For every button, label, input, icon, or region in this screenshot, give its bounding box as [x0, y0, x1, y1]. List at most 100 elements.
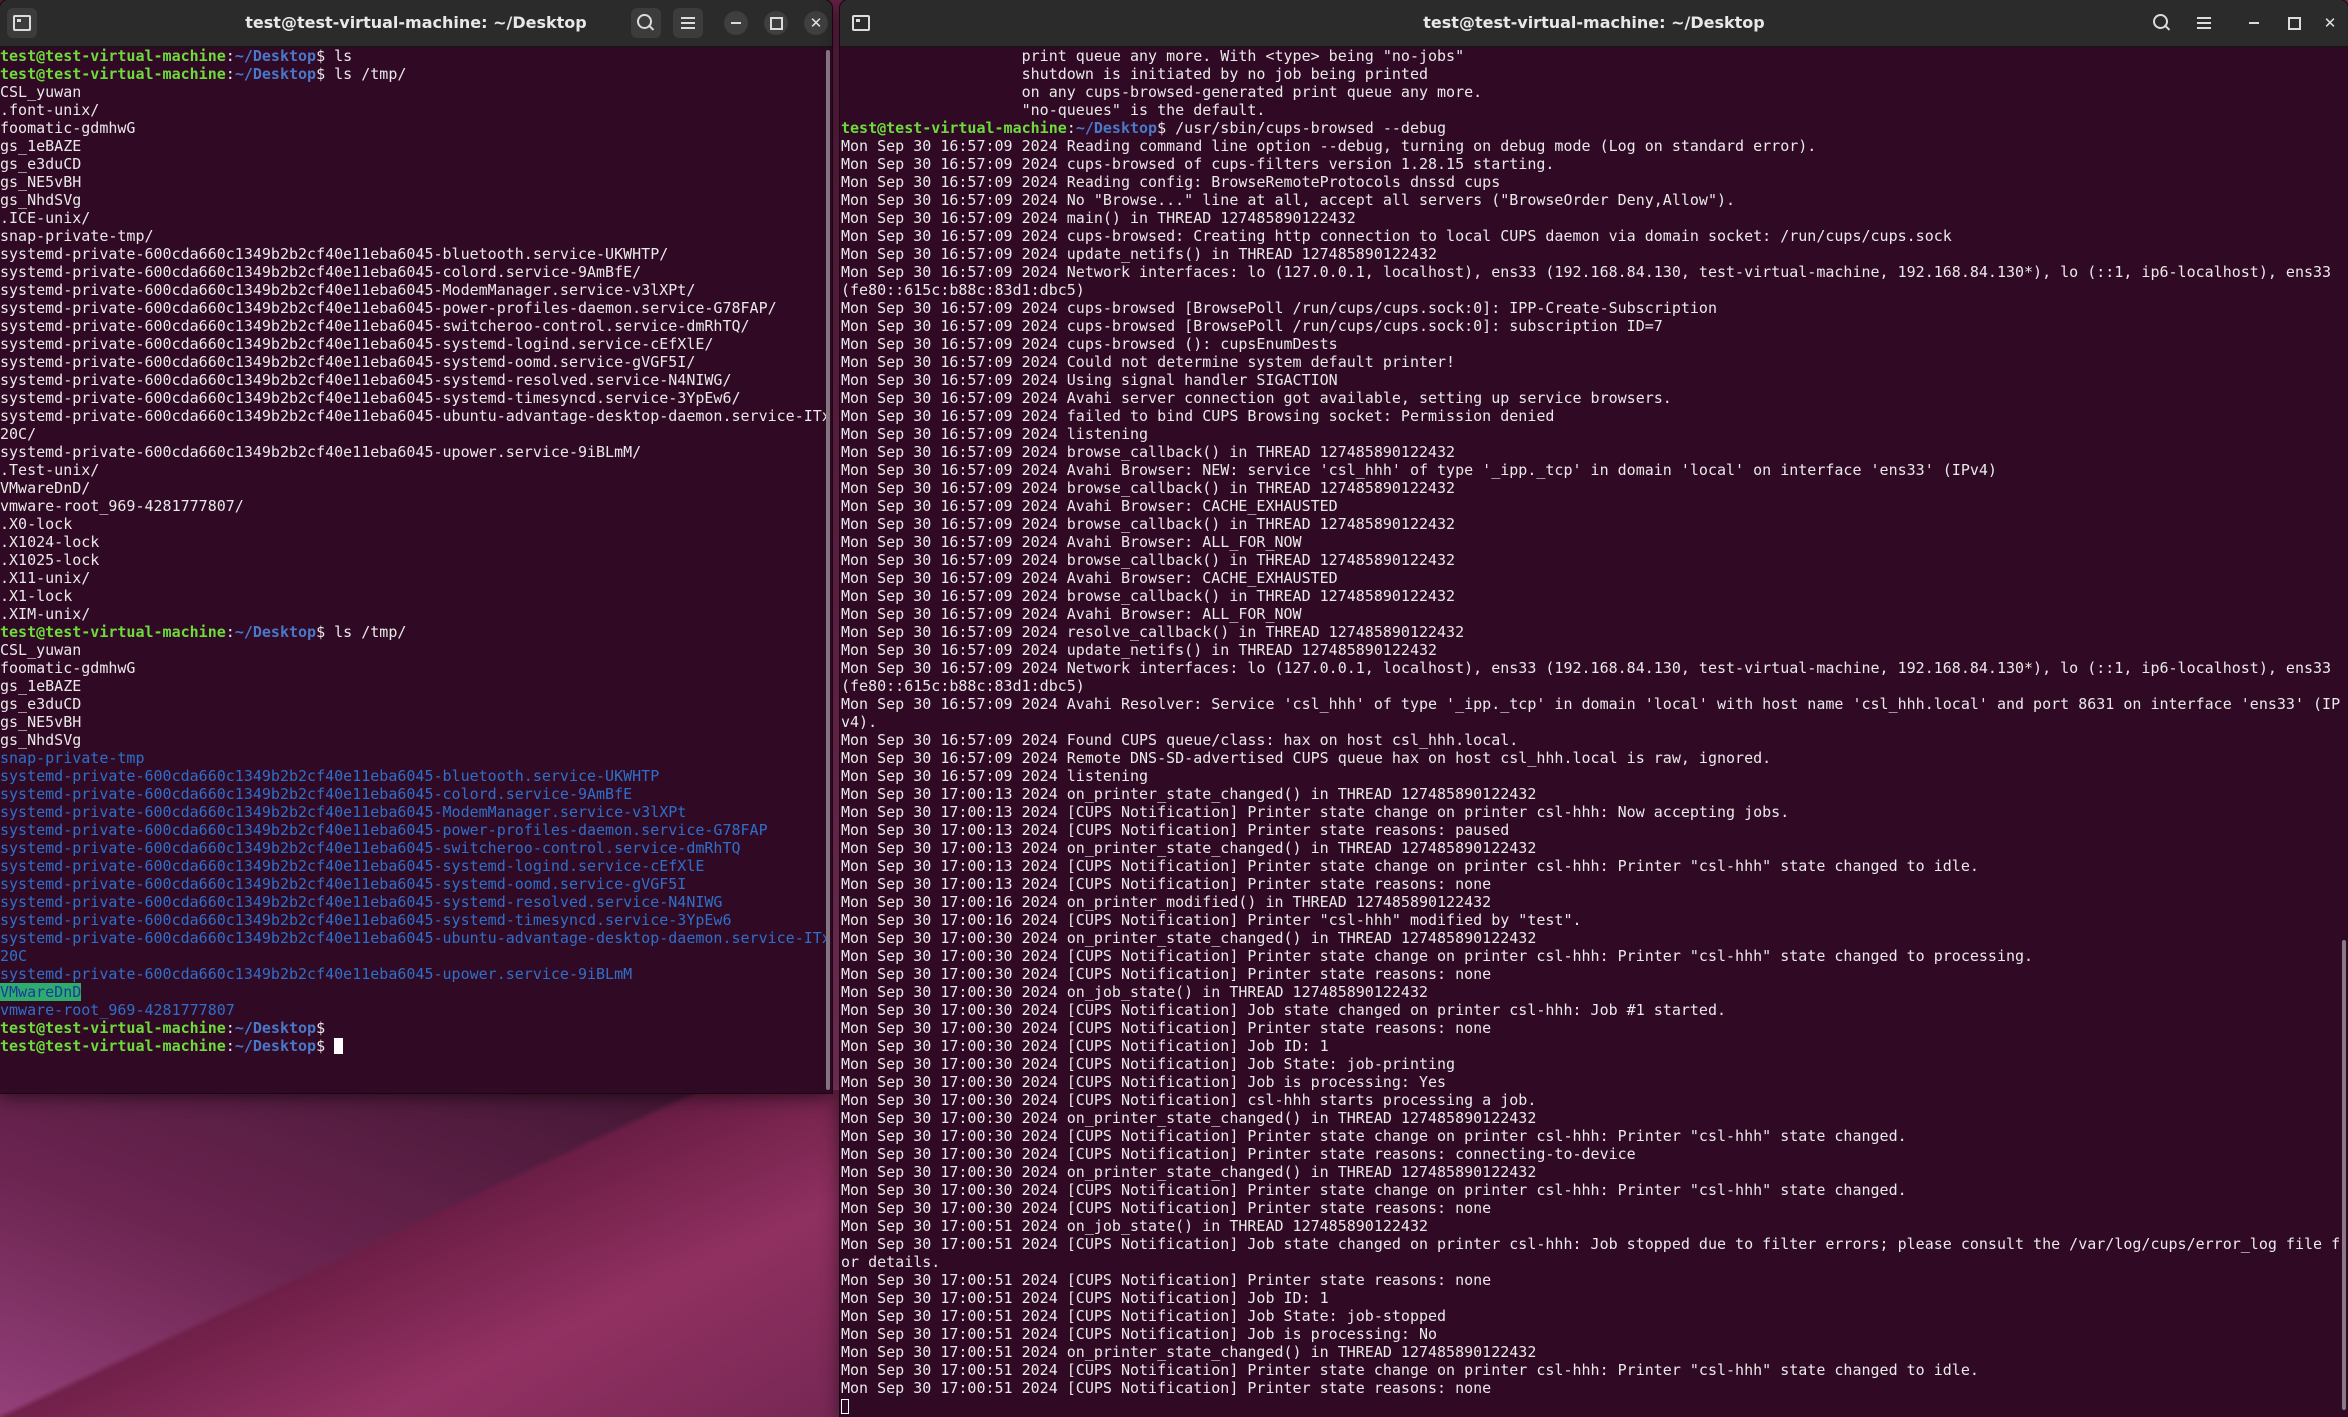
terminal-line: Mon Sep 30 16:57:09 2024 browse_callback…: [841, 479, 2348, 497]
terminal-line: Mon Sep 30 16:57:09 2024 Network interfa…: [841, 263, 2348, 281]
terminal-line: Mon Sep 30 16:57:09 2024 No "Browse..." …: [841, 191, 2348, 209]
terminal-text: Mon Sep 30 17:00:51 2024 [CUPS Notificat…: [841, 1307, 1447, 1325]
maximize-button[interactable]: [764, 11, 788, 35]
terminal-text: snap-private-tmp/: [0, 227, 154, 245]
terminal-line: Mon Sep 30 17:00:51 2024 [CUPS Notificat…: [841, 1379, 2348, 1397]
terminal-text: CSL_yuwan: [0, 641, 82, 659]
terminal-text: $ /usr/sbin/cups-browsed --debug: [1157, 119, 1447, 137]
titlebar[interactable]: test@test-virtual-machine: ~/Desktop ✕: [840, 0, 2348, 47]
terminal-line: Mon Sep 30 17:00:51 2024 [CUPS Notificat…: [841, 1235, 2348, 1253]
terminal-line: test@test-virtual-machine:~/Desktop$: [0, 1037, 832, 1055]
scrollbar[interactable]: [826, 50, 830, 1090]
menu-button[interactable]: [673, 8, 703, 38]
terminal-line: systemd-private-600cda660c1349b2b2cf40e1…: [0, 407, 832, 425]
terminal-text: .X11-unix/: [0, 569, 91, 587]
terminal-text: systemd-private-600cda660c1349b2b2cf40e1…: [0, 245, 669, 263]
titlebar[interactable]: test@test-virtual-machine: ~/Desktop ✕: [0, 0, 832, 47]
terminal-text: Mon Sep 30 16:57:09 2024 browse_callback…: [841, 515, 1456, 533]
prompt-user-host: test@test-virtual-machine: [0, 1037, 226, 1055]
terminal-text: Mon Sep 30 16:57:09 2024 Avahi server co…: [841, 389, 1672, 407]
scrollbar[interactable]: [2342, 940, 2346, 1410]
prompt-user-host: test@test-virtual-machine: [0, 1019, 226, 1037]
terminal-line: Mon Sep 30 16:57:09 2024 resolve_callbac…: [841, 623, 2348, 641]
terminal-line: .ICE-unix/: [0, 209, 832, 227]
terminal-output[interactable]: print queue any more. With <type> being …: [840, 47, 2348, 1417]
terminal-text: foomatic-gdmhwG: [0, 659, 136, 677]
prompt-path: ~/Desktop: [1075, 119, 1158, 137]
search-button[interactable]: [2147, 8, 2177, 38]
terminal-text: CSL_yuwan: [0, 83, 82, 101]
terminal-text: .X0-lock: [0, 515, 73, 533]
terminal-text: Mon Sep 30 17:00:13 2024 on_printer_stat…: [841, 785, 1537, 803]
terminal-text: Mon Sep 30 16:57:09 2024 cups-browsed [B…: [841, 317, 1663, 335]
terminal-line: test@test-virtual-machine:~/Desktop$ /us…: [841, 119, 2348, 137]
terminal-line: Mon Sep 30 16:57:09 2024 Avahi Browser: …: [841, 569, 2348, 587]
terminal-line: (fe80::615c:b88c:83d1:dbc5): [841, 281, 2348, 299]
terminal-line: gs_1eBAZE: [0, 677, 832, 695]
terminal-text: Mon Sep 30 17:00:51 2024 on_job_state() …: [841, 1217, 1428, 1235]
terminal-output[interactable]: test@test-virtual-machine:~/Desktop$ ls t…: [0, 47, 832, 1093]
terminal-text: .font-unix/: [0, 101, 100, 119]
terminal-line: systemd-private-600cda660c1349b2b2cf40e1…: [0, 893, 832, 911]
terminal-line: Mon Sep 30 16:57:09 2024 Network interfa…: [841, 659, 2348, 677]
terminal-text: 20C: [0, 947, 28, 965]
menu-button[interactable]: [2189, 8, 2219, 38]
terminal-text: Mon Sep 30 16:57:09 2024 cups-browsed of…: [841, 155, 1555, 173]
terminal-text: systemd-private-600cda660c1349b2b2cf40e1…: [0, 335, 714, 353]
terminal-text: gs_NhdSVg: [0, 191, 82, 209]
terminal-text: foomatic-gdmhwG: [0, 119, 136, 137]
terminal-line: Mon Sep 30 17:00:30 2024 [CUPS Notificat…: [841, 1145, 2348, 1163]
terminal-text: systemd-private-600cda660c1349b2b2cf40e1…: [0, 821, 768, 839]
terminal-text: gs_NhdSVg: [0, 731, 82, 749]
terminal-line: systemd-private-600cda660c1349b2b2cf40e1…: [0, 317, 832, 335]
minimize-button[interactable]: [2242, 11, 2266, 35]
terminal-line: gs_NhdSVg: [0, 731, 832, 749]
terminal-text: systemd-private-600cda660c1349b2b2cf40e1…: [0, 803, 687, 821]
terminal-text: VMwareDnD: [0, 983, 82, 1001]
terminal-line: Mon Sep 30 16:57:09 2024 Found CUPS queu…: [841, 731, 2348, 749]
terminal-line: Mon Sep 30 17:00:13 2024 on_printer_stat…: [841, 785, 2348, 803]
terminal-line: test@test-virtual-machine:~/Desktop$ ls …: [0, 65, 832, 83]
terminal-text: Mon Sep 30 17:00:51 2024 [CUPS Notificat…: [841, 1289, 1329, 1307]
search-button[interactable]: [631, 8, 661, 38]
maximize-button[interactable]: [2282, 11, 2306, 35]
terminal-line: systemd-private-600cda660c1349b2b2cf40e1…: [0, 443, 832, 461]
terminal-line: Mon Sep 30 16:57:09 2024 Reading config:…: [841, 173, 2348, 191]
terminal-line: Mon Sep 30 17:00:51 2024 [CUPS Notificat…: [841, 1307, 2348, 1325]
minimize-icon: [2249, 22, 2259, 24]
terminal-line: systemd-private-600cda660c1349b2b2cf40e1…: [0, 803, 832, 821]
terminal-text: Mon Sep 30 16:57:09 2024 Avahi Browser: …: [841, 605, 1302, 623]
minimize-icon: [731, 22, 741, 24]
terminal-line: .X1-lock: [0, 587, 832, 605]
terminal-line: Mon Sep 30 16:57:09 2024 browse_callback…: [841, 515, 2348, 533]
terminal-line: Mon Sep 30 16:57:09 2024 Avahi server co…: [841, 389, 2348, 407]
terminal-line: print queue any more. With <type> being …: [841, 47, 2348, 65]
terminal-line: Mon Sep 30 16:57:09 2024 listening: [841, 767, 2348, 785]
close-button[interactable]: ✕: [804, 11, 828, 35]
terminal-text: Mon Sep 30 16:57:09 2024 Avahi Resolver:…: [841, 695, 2341, 713]
terminal-line: Mon Sep 30 17:00:16 2024 on_printer_modi…: [841, 893, 2348, 911]
minimize-button[interactable]: [724, 11, 748, 35]
terminal-text: Mon Sep 30 16:57:09 2024 main() in THREA…: [841, 209, 1356, 227]
close-button[interactable]: ✕: [2318, 11, 2342, 35]
terminal-window-left[interactable]: test@test-virtual-machine: ~/Desktop ✕ t…: [0, 0, 832, 1093]
terminal-line: Mon Sep 30 16:57:09 2024 cups-browsed ()…: [841, 335, 2348, 353]
terminal-text: Mon Sep 30 16:57:09 2024 Avahi Browser: …: [841, 569, 1338, 587]
terminal-line: Mon Sep 30 17:00:30 2024 [CUPS Notificat…: [841, 1019, 2348, 1037]
terminal-text: systemd-private-600cda660c1349b2b2cf40e1…: [0, 839, 741, 857]
terminal-text: :: [225, 65, 235, 83]
terminal-line: Mon Sep 30 17:00:16 2024 [CUPS Notificat…: [841, 911, 2348, 929]
terminal-window-right[interactable]: test@test-virtual-machine: ~/Desktop ✕ p…: [840, 0, 2348, 1417]
terminal-line: test@test-virtual-machine:~/Desktop$ ls: [0, 47, 832, 65]
terminal-line: systemd-private-600cda660c1349b2b2cf40e1…: [0, 767, 832, 785]
terminal-text: gs_e3duCD: [0, 695, 82, 713]
terminal-text: Mon Sep 30 16:57:09 2024 Network interfa…: [841, 263, 2332, 281]
terminal-text: (fe80::615c:b88c:83d1:dbc5): [841, 281, 1085, 299]
terminal-line: test@test-virtual-machine:~/Desktop$: [0, 1019, 832, 1037]
terminal-text: Mon Sep 30 16:57:09 2024 browse_callback…: [841, 587, 1456, 605]
terminal-text: .XIM-unix/: [0, 605, 91, 623]
terminal-line: CSL_yuwan: [0, 641, 832, 659]
terminal-text: systemd-private-600cda660c1349b2b2cf40e1…: [0, 893, 723, 911]
terminal-text: Mon Sep 30 17:00:16 2024 [CUPS Notificat…: [841, 911, 1582, 929]
terminal-line: Mon Sep 30 16:57:09 2024 update_netifs()…: [841, 245, 2348, 263]
